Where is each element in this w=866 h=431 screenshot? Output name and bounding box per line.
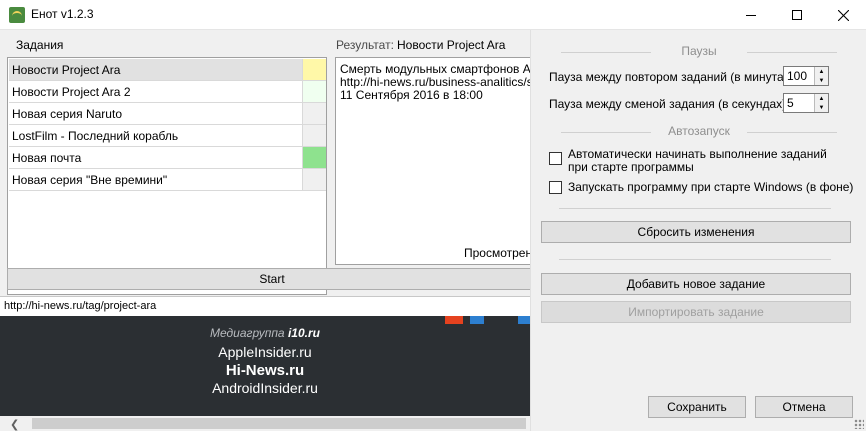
decorative-block bbox=[470, 316, 484, 324]
task-row[interactable]: LostFilm - Последний корабль bbox=[9, 125, 326, 147]
result-line: http://hi-news.ru/business-analitics/sme bbox=[340, 75, 535, 89]
result-caption: Результат: bbox=[336, 38, 394, 52]
minimize-button[interactable] bbox=[728, 0, 774, 30]
browser-view[interactable]: Медиагруппа i10.ru AppleInsider.ru Hi-Ne… bbox=[0, 316, 530, 416]
maximize-icon bbox=[792, 10, 802, 20]
url-text: http://hi-news.ru/tag/project-ara bbox=[4, 300, 157, 312]
result-line: Смерть модульных смартфонов Ara – bbox=[340, 62, 535, 76]
decorative-block bbox=[445, 316, 463, 324]
switch-pause-label: Пауза между сменой задания (в секундах): bbox=[549, 97, 790, 111]
window-title: Енот v1.2.3 bbox=[31, 7, 94, 21]
save-button[interactable]: Сохранить bbox=[648, 396, 746, 418]
settings-panel: Паузы Пауза между повтором заданий (в ми… bbox=[530, 30, 866, 431]
close-icon bbox=[837, 9, 849, 21]
result-title: Новости Project Ara bbox=[397, 38, 506, 52]
divider bbox=[559, 208, 831, 209]
minimize-icon bbox=[746, 14, 756, 16]
resize-grip-icon[interactable] bbox=[854, 419, 864, 429]
spin-down-icon[interactable]: ▼ bbox=[814, 103, 828, 112]
task-label: Новости Project Ara 2 bbox=[12, 85, 131, 99]
task-label: Новости Project Ara bbox=[12, 63, 121, 77]
main-area: Задания Новости Project Ara Новости Proj… bbox=[0, 30, 537, 431]
task-row[interactable]: Новая почта bbox=[9, 147, 326, 169]
spin-up-icon[interactable]: ▲ bbox=[814, 94, 828, 103]
reset-button[interactable]: Сбросить изменения bbox=[541, 221, 851, 243]
maximize-button[interactable] bbox=[774, 0, 820, 30]
site-link[interactable]: AndroidInsider.ru bbox=[0, 380, 530, 396]
add-task-button[interactable]: Добавить новое задание bbox=[541, 273, 851, 295]
task-row[interactable]: Новости Project Ara bbox=[9, 59, 326, 81]
media-group-line: Медиагруппа i10.ru bbox=[0, 326, 530, 340]
pauses-title: Паузы bbox=[531, 44, 866, 58]
horizontal-scrollbar[interactable]: ❮ bbox=[0, 416, 530, 431]
repeat-pause-stepper[interactable]: 100 ▲ ▼ bbox=[783, 66, 829, 86]
media-prefix: Медиагруппа bbox=[210, 326, 285, 340]
auto-run-label[interactable]: Автоматически начинать выполнение задани… bbox=[568, 148, 827, 174]
url-bar: http://hi-news.ru/tag/project-ara bbox=[0, 296, 530, 316]
task-list: Новости Project Ara Новости Project Ara … bbox=[7, 57, 327, 295]
task-row[interactable]: Новости Project Ara 2 bbox=[9, 81, 326, 103]
windows-start-label[interactable]: Запускать программу при старте Windows (… bbox=[568, 181, 853, 194]
task-row[interactable]: Новая серия Naruto bbox=[9, 103, 326, 125]
task-status-cell bbox=[302, 147, 326, 168]
tasks-label: Задания bbox=[16, 38, 64, 52]
site-link[interactable]: AppleInsider.ru bbox=[0, 344, 530, 360]
spin-up-icon[interactable]: ▲ bbox=[814, 67, 828, 76]
divider bbox=[559, 259, 831, 260]
auto-run-label-line2: при старте программы bbox=[568, 160, 694, 174]
switch-pause-stepper[interactable]: 5 ▲ ▼ bbox=[783, 93, 829, 113]
raccoon-icon bbox=[9, 7, 25, 23]
task-status-cell bbox=[302, 169, 326, 190]
switch-pause-value: 5 bbox=[787, 96, 794, 110]
task-status-cell bbox=[302, 103, 326, 124]
windows-start-checkbox[interactable] bbox=[549, 181, 562, 194]
autostart-title: Автозапуск bbox=[531, 124, 866, 138]
task-row[interactable]: Новая серия "Вне времини" bbox=[9, 169, 326, 191]
import-task-button: Импортировать задание bbox=[541, 301, 851, 323]
repeat-pause-value: 100 bbox=[787, 69, 808, 83]
task-label: Новая серия "Вне времини" bbox=[12, 173, 168, 187]
repeat-pause-label: Пауза между повтором заданий (в минутах)… bbox=[549, 70, 797, 84]
task-label: Новая почта bbox=[12, 151, 82, 165]
scroll-left-icon[interactable]: ❮ bbox=[10, 418, 19, 431]
start-button[interactable]: Start bbox=[7, 268, 537, 290]
task-label: Новая серия Naruto bbox=[12, 107, 122, 121]
task-status-cell bbox=[302, 81, 326, 102]
site-link[interactable]: Hi-News.ru bbox=[0, 362, 530, 379]
task-label: LostFilm - Последний корабль bbox=[12, 129, 179, 143]
auto-run-checkbox[interactable] bbox=[549, 152, 562, 165]
result-textbox[interactable]: Смерть модульных смартфонов Ara – http:/… bbox=[335, 57, 535, 265]
scroll-thumb[interactable] bbox=[32, 418, 526, 429]
auto-run-label-line1: Автоматически начинать выполнение задани… bbox=[568, 147, 827, 161]
close-button[interactable] bbox=[820, 0, 866, 30]
media-brand: i10.ru bbox=[287, 326, 320, 340]
title-bar: Енот v1.2.3 bbox=[0, 0, 866, 30]
viewed-label: Просмотрен bbox=[464, 246, 533, 260]
task-status-cell bbox=[302, 59, 326, 80]
result-line: 11 Сентября 2016 в 18:00 bbox=[340, 88, 483, 102]
spin-down-icon[interactable]: ▼ bbox=[814, 76, 828, 85]
task-status-cell bbox=[302, 125, 326, 146]
decorative-block bbox=[518, 316, 530, 324]
cancel-button[interactable]: Отмена bbox=[755, 396, 853, 418]
